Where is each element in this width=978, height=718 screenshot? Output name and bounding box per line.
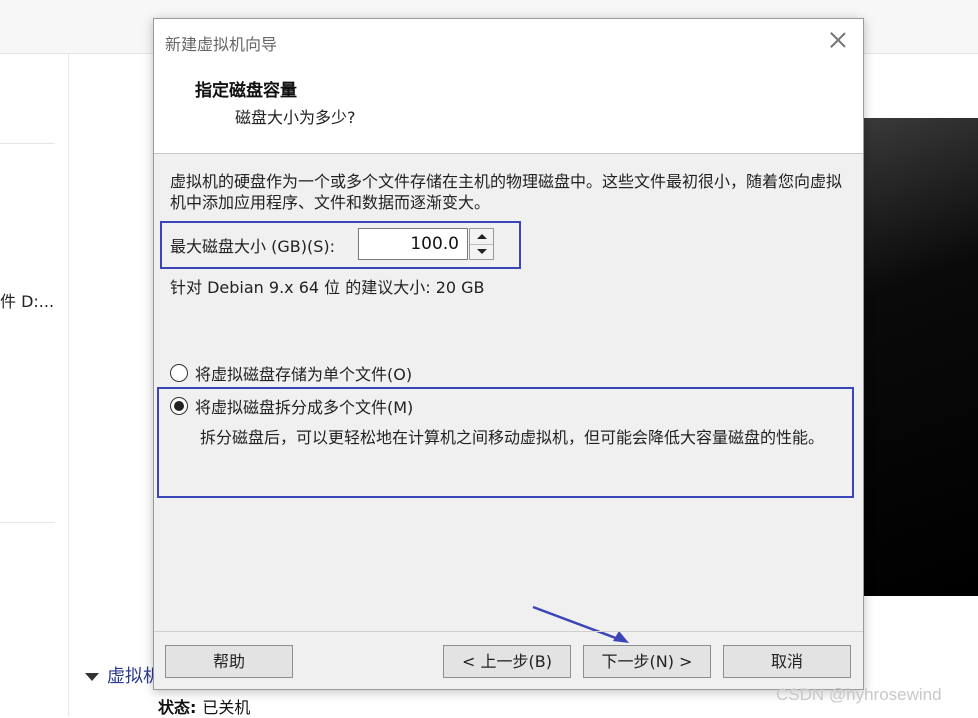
status-label: 状态: <box>158 698 197 717</box>
split-files-option[interactable]: 将虚拟磁盘拆分成多个文件(M) <box>170 394 413 418</box>
watermark: CSDN @hyhrosewind <box>776 685 942 704</box>
split-description: 拆分磁盘后，可以更轻松地在计算机之间移动虚拟机，但可能会降低大容量磁盘的性能。 <box>200 428 825 447</box>
max-disk-size-label: 最大磁盘大小 (GB)(S): <box>170 237 335 256</box>
next-button[interactable]: 下一步(N) > <box>583 645 711 678</box>
wizard-header: 指定磁盘容量 磁盘大小为多少? <box>154 63 863 154</box>
max-disk-size-input[interactable]: 100.0 <box>358 228 468 260</box>
new-vm-wizard-dialog: 新建虚拟机向导 指定磁盘容量 磁盘大小为多少? 虚拟机的硬盘作为一个或多个文件存… <box>153 18 864 690</box>
split-files-label: 将虚拟磁盘拆分成多个文件(M) <box>195 398 414 417</box>
single-file-option[interactable]: 将虚拟磁盘存储为单个文件(O) <box>170 361 412 385</box>
radio-button-selected[interactable] <box>170 397 188 415</box>
back-button[interactable]: < 上一步(B) <box>443 645 571 678</box>
dialog-title: 新建虚拟机向导 <box>165 35 278 54</box>
vm-status: 状态: 已关机 <box>158 694 250 718</box>
annotation-arrow-icon <box>532 605 629 643</box>
single-file-label: 将虚拟磁盘存储为单个文件(O) <box>195 365 413 384</box>
background-divider <box>0 522 55 523</box>
dialog-titlebar: 新建虚拟机向导 <box>154 19 863 63</box>
vm-preview-thumbnail <box>860 118 978 596</box>
footer-divider <box>154 631 863 632</box>
radio-button[interactable] <box>170 364 188 382</box>
disk-size-spinner[interactable] <box>469 228 494 260</box>
close-icon[interactable] <box>825 27 851 53</box>
collapse-triangle-icon[interactable] <box>85 673 99 681</box>
background-divider <box>0 143 55 144</box>
recommended-size-text: 针对 Debian 9.x 64 位 的建议大小: 20 GB <box>170 278 485 297</box>
background-path-text: 件 D:... <box>0 292 55 311</box>
status-value: 已关机 <box>202 698 251 717</box>
page-subtitle: 磁盘大小为多少? <box>235 108 356 127</box>
vm-section-header[interactable]: 虚拟机 <box>85 662 161 688</box>
cancel-button[interactable]: 取消 <box>723 645 851 678</box>
page-title: 指定磁盘容量 <box>195 81 297 101</box>
help-button[interactable]: 帮助 <box>165 645 293 678</box>
spin-up-arrow-icon[interactable] <box>470 229 493 245</box>
background-divider <box>68 53 69 716</box>
spin-down-arrow-icon[interactable] <box>470 244 493 259</box>
disk-description: 虚拟机的硬盘作为一个或多个文件存储在主机的物理磁盘中。这些文件最初很小，随着您向… <box>170 172 843 212</box>
